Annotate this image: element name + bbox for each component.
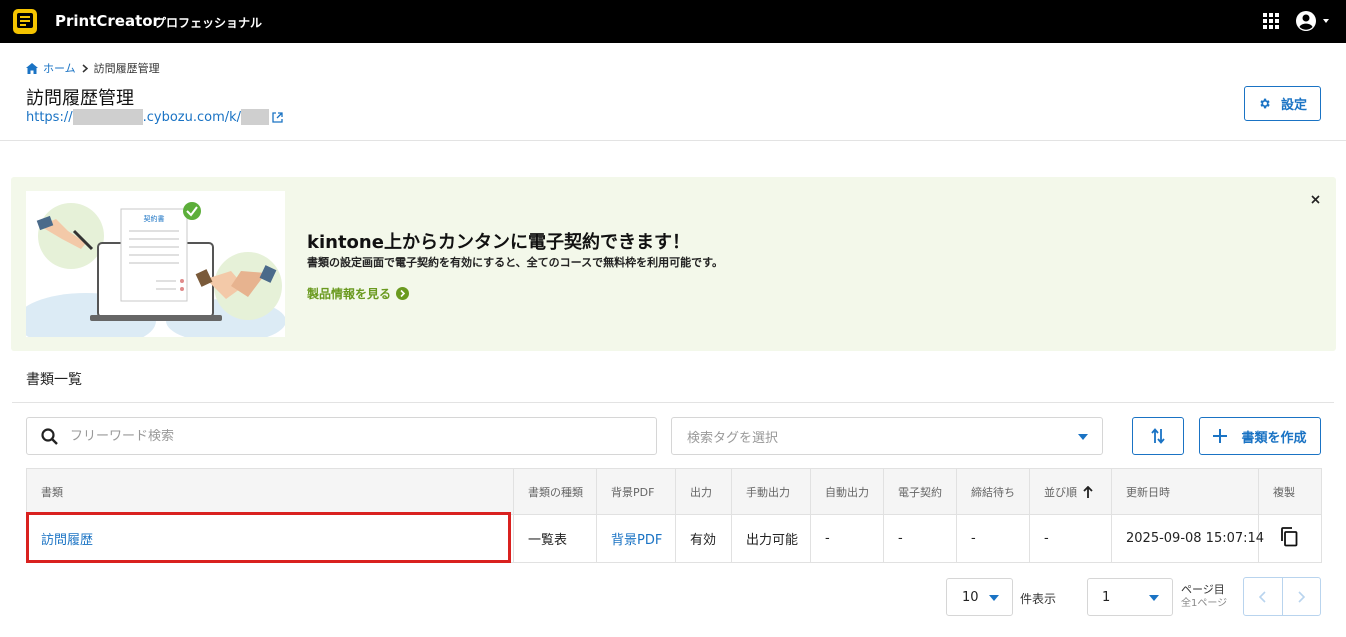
pager	[1243, 577, 1321, 616]
app-url-link[interactable]: https:// .cybozu.com/k/	[26, 109, 283, 125]
url-domain: .cybozu.com/k/	[142, 109, 242, 125]
page-title: 訪問履歴管理	[26, 88, 134, 109]
section-divider	[12, 402, 1334, 403]
search-icon	[41, 427, 58, 445]
column-header-type: 書類の種類	[513, 468, 597, 515]
page-value: 1	[1102, 589, 1111, 605]
plus-icon	[1213, 429, 1228, 443]
column-header-updated-at: 更新日時	[1111, 468, 1259, 515]
caret-down-icon	[1078, 434, 1088, 440]
copy-icon[interactable]	[1280, 526, 1298, 547]
swap-vertical-icon	[1151, 428, 1165, 444]
table-row: 訪問履歴 一覧表 背景PDF 有効 出力可能 - - - - 2025-09-0…	[26, 514, 1322, 563]
e-contract-banner: 契約書 kintone上からカンタンに電子契約できます！ 書類の設定画面で電子契…	[11, 177, 1336, 351]
manual-output-cell: 出力可能	[731, 514, 811, 563]
section-title: 書類一覧	[26, 372, 82, 388]
arrow-up-icon	[1083, 485, 1093, 498]
column-header-background-pdf: 背景PDF	[596, 468, 676, 515]
page-label-text: ページ目	[1181, 583, 1225, 596]
caret-down-icon	[1149, 595, 1159, 601]
column-header-manual-output: 手動出力	[731, 468, 811, 515]
create-document-label: 書類を作成	[1241, 430, 1307, 446]
document-table: 書類 書類の種類 背景PDF 出力 手動出力 自動出力 電子契約 締結待ち 並び…	[26, 468, 1322, 563]
chevron-right-icon	[1298, 590, 1305, 603]
banner-subtitle: 書類の設定画面で電子契約を有効にすると、全てのコースで無料枠を利用可能です。	[307, 256, 724, 269]
per-page-select[interactable]: 10	[946, 578, 1013, 616]
column-header-document: 書類	[26, 468, 514, 515]
product-info-link[interactable]: 製品情報を見る	[307, 285, 410, 302]
caret-down-icon	[989, 595, 999, 601]
breadcrumb-home-label: ホーム	[43, 62, 76, 75]
per-page-value: 10	[962, 589, 979, 605]
url-prefix: https://	[26, 109, 73, 125]
column-header-output: 出力	[675, 468, 732, 515]
settings-button[interactable]: 設定	[1244, 86, 1321, 121]
column-header-sort-order[interactable]: 並び順	[1029, 468, 1112, 515]
close-icon	[1310, 194, 1320, 204]
chevron-right-icon	[82, 63, 88, 73]
output-cell: 有効	[675, 514, 732, 563]
document-name-link[interactable]: 訪問履歴	[26, 514, 514, 563]
masked-app-id	[241, 109, 270, 125]
home-icon	[26, 62, 38, 74]
page-label: ページ目 全1ページ	[1181, 583, 1227, 611]
product-info-label: 製品情報を見る	[307, 287, 392, 301]
auto-output-cell: -	[810, 514, 884, 563]
per-page-label: 件表示	[1020, 592, 1057, 606]
column-header-e-contract: 電子契約	[883, 468, 957, 515]
banner-title: kintone上からカンタンに電子契約できます！	[307, 232, 690, 253]
page-select[interactable]: 1	[1087, 578, 1173, 616]
top-bar: PrintCreator プロフェッショナル	[0, 0, 1346, 43]
table-header-row: 書類 書類の種類 背景PDF 出力 手動出力 自動出力 電子契約 締結待ち 並び…	[26, 468, 1322, 515]
banner-close-button[interactable]	[1306, 190, 1324, 208]
column-header-pending-signature: 締結待ち	[956, 468, 1030, 515]
previous-page-button[interactable]	[1244, 578, 1282, 615]
next-page-button[interactable]	[1281, 578, 1321, 615]
tag-select[interactable]: 検索タグを選択	[671, 417, 1103, 455]
tag-select-placeholder: 検索タグを選択	[687, 430, 779, 446]
account-circle-icon[interactable]	[1295, 10, 1331, 32]
header-divider	[0, 140, 1346, 141]
breadcrumb-current: 訪問履歴管理	[93, 62, 160, 75]
banner-doc-label: 契約書	[144, 214, 165, 223]
create-document-button[interactable]: 書類を作成	[1199, 417, 1321, 455]
gear-icon	[1260, 98, 1270, 109]
document-type-cell: 一覧表	[513, 514, 597, 563]
contract-illustration: 契約書	[26, 202, 285, 337]
column-header-auto-output: 自動出力	[810, 468, 884, 515]
search-input[interactable]	[70, 428, 630, 444]
sort-order-cell: -	[1029, 514, 1112, 563]
masked-subdomain	[72, 109, 143, 125]
banner-illustration: 契約書	[26, 191, 285, 337]
search-box[interactable]	[26, 417, 657, 455]
chevron-left-icon	[1259, 590, 1266, 603]
sort-order-button[interactable]	[1132, 417, 1184, 455]
breadcrumb-home[interactable]: ホーム	[26, 60, 76, 76]
arrow-circle-right-icon	[396, 287, 410, 300]
settings-label: 設定	[1280, 98, 1307, 113]
e-contract-cell: -	[883, 514, 957, 563]
background-pdf-link[interactable]: 背景PDF	[596, 514, 676, 563]
edition-label: プロフェッショナル	[154, 16, 263, 30]
column-header-duplicate: 複製	[1258, 468, 1322, 515]
sort-order-label: 並び順	[1044, 485, 1077, 499]
duplicate-cell[interactable]	[1258, 514, 1322, 563]
external-link-icon	[272, 111, 283, 123]
printcreator-logo[interactable]	[12, 8, 38, 35]
grid-apps-icon[interactable]	[1263, 13, 1279, 29]
breadcrumb: ホーム 訪問履歴管理	[26, 60, 160, 76]
pending-signature-cell: -	[956, 514, 1030, 563]
updated-at-cell: 2025-09-08 15:07:14	[1111, 514, 1264, 563]
page-total: 全1ページ	[1181, 598, 1228, 609]
brand-name: PrintCreator	[55, 12, 160, 30]
